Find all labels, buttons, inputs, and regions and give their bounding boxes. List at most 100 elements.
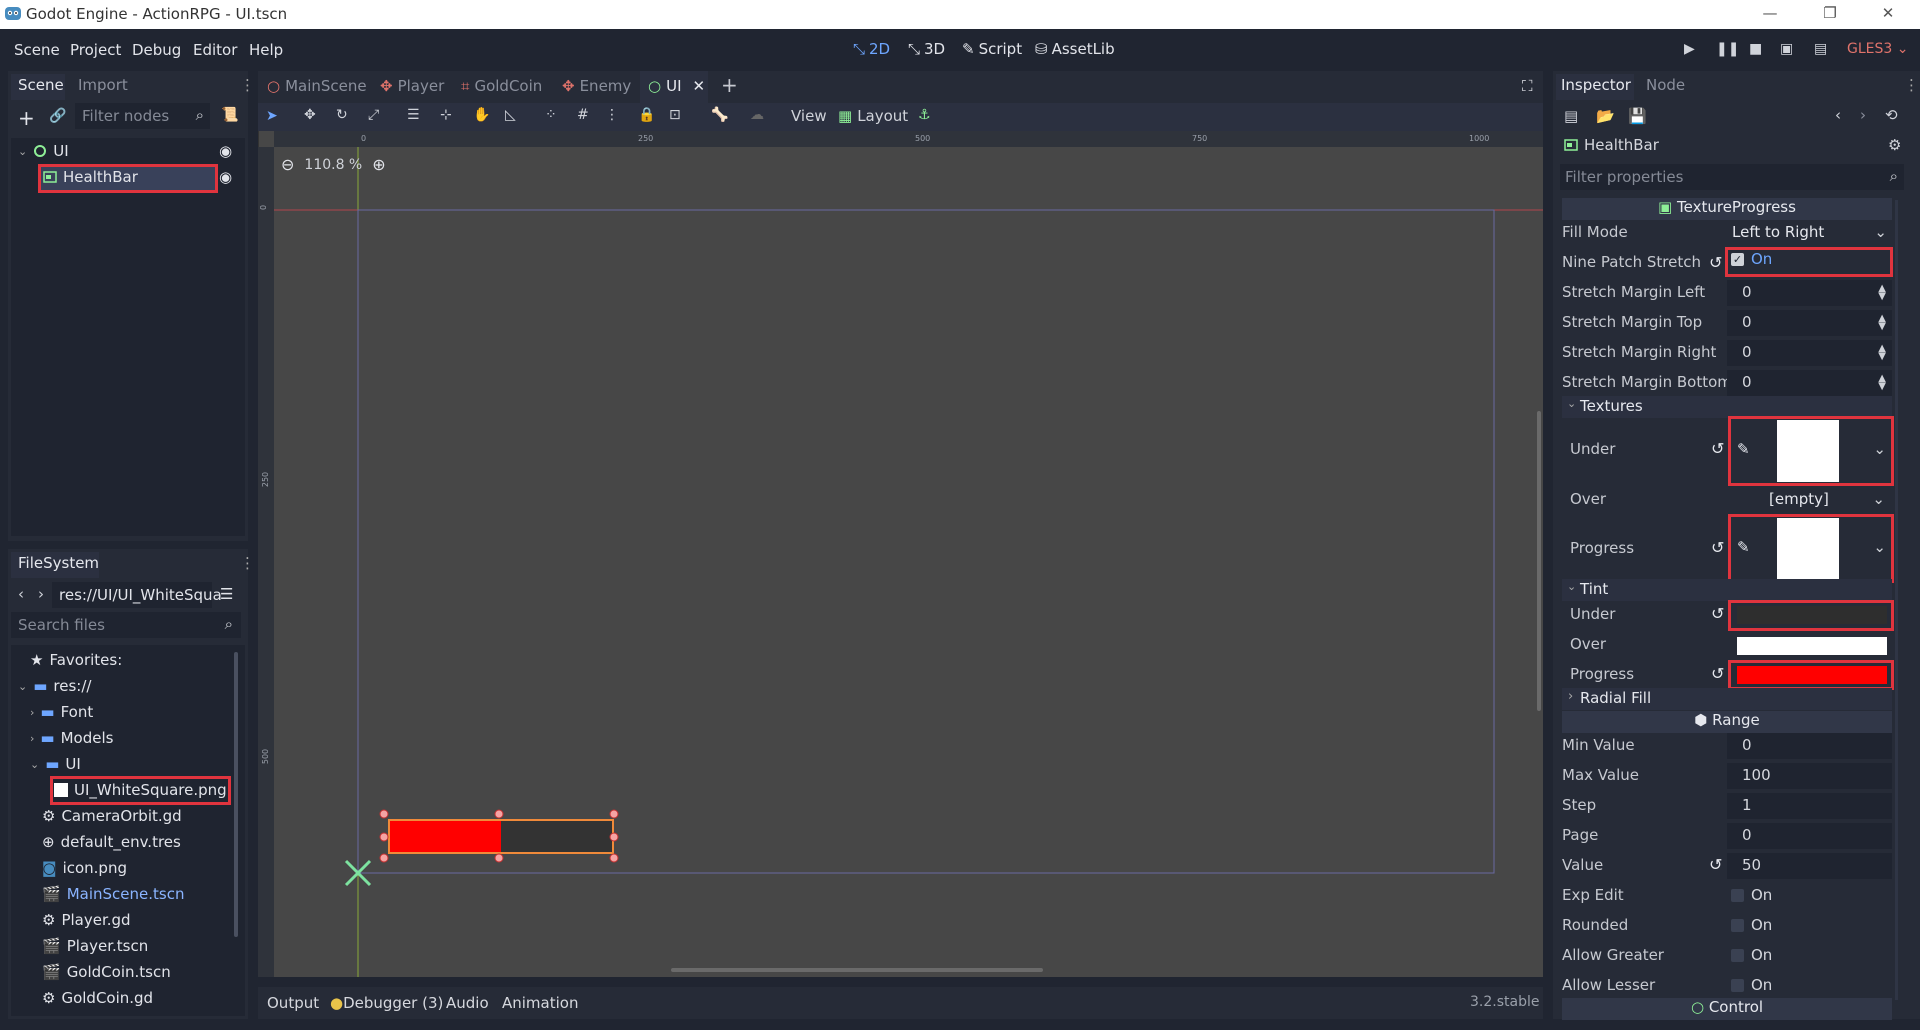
new-resource-icon[interactable]: ▤ [1564, 107, 1578, 125]
visibility-icon[interactable]: ◉ [219, 142, 232, 160]
tab-filesystem[interactable]: FileSystem [18, 554, 99, 572]
section-textures[interactable]: ⌄ Textures [1562, 396, 1892, 418]
allow-lesser-checkbox[interactable]: On [1731, 976, 1772, 994]
exp-edit-checkbox[interactable]: On [1731, 886, 1772, 904]
value-spinbox[interactable]: 50 [1727, 853, 1892, 879]
anchor-icon[interactable]: ⚓ [918, 107, 931, 123]
back-icon[interactable]: ‹ [18, 585, 24, 603]
allow-greater-checkbox[interactable]: On [1731, 946, 1772, 964]
fs-item-ui-folder[interactable]: ⌄ ▬ UI [30, 755, 81, 773]
split-view-icon[interactable]: ☰ [220, 585, 233, 603]
path-field[interactable]: res://UI/UI_WhiteSqua [52, 582, 222, 608]
section-radial-fill[interactable]: › Radial Fill [1562, 688, 1892, 710]
tab-scene[interactable]: Scene [18, 76, 64, 94]
max-value-spinbox[interactable]: 100 [1727, 763, 1892, 789]
reset-icon[interactable]: ↺ [1711, 538, 1724, 557]
save-resource-icon[interactable]: 💾 [1628, 107, 1647, 125]
close-window-icon[interactable]: ✕ [1868, 4, 1908, 22]
scene-dock-menu-icon[interactable]: ⋮ [240, 76, 255, 94]
rounded-checkbox[interactable]: On [1731, 916, 1772, 934]
layout-menu[interactable]: ▦ Layout [838, 107, 908, 125]
scrollbar[interactable] [1895, 200, 1898, 1000]
play-icon[interactable]: ▶ [1684, 41, 1695, 57]
fs-item-cameraorbit[interactable]: ⚙ CameraOrbit.gd [42, 807, 182, 825]
reset-icon[interactable]: ↺ [1709, 253, 1722, 272]
history-back-icon[interactable]: ‹ [1835, 106, 1841, 124]
restore-icon[interactable]: ❐ [1810, 4, 1850, 22]
filter-nodes-input[interactable]: Filter nodes ⌕ [75, 103, 210, 129]
margin-right-spinbox[interactable]: 0 ▲ ▼ [1727, 340, 1892, 366]
menu-editor[interactable]: Editor [193, 41, 237, 59]
stop-icon[interactable]: ■ [1749, 41, 1762, 57]
fs-item-player-tscn[interactable]: 🎬 Player.tscn [42, 937, 148, 955]
pause-icon[interactable]: ❚❚ [1716, 41, 1739, 57]
move-mode-icon[interactable]: ✥ [304, 107, 316, 123]
attach-script-icon[interactable]: 📜 [221, 107, 238, 123]
play-scene-icon[interactable]: ▣ [1780, 41, 1793, 57]
step-spinbox[interactable]: 1 [1727, 793, 1892, 819]
min-value-spinbox[interactable]: 0 [1727, 733, 1892, 759]
history-icon[interactable]: ⟲ [1885, 106, 1898, 124]
fs-item-goldcoin-gd[interactable]: ⚙ GoldCoin.gd [42, 989, 153, 1007]
mode-3d-button[interactable]: ⤡ 3D [908, 40, 945, 58]
menu-debug[interactable]: Debug [132, 41, 181, 59]
tab-node[interactable]: Node [1646, 76, 1685, 94]
tab-audio[interactable]: Audio [446, 994, 489, 1012]
rotate-mode-icon[interactable]: ↻ [336, 107, 348, 123]
instance-scene-icon[interactable]: 🔗 [49, 108, 66, 124]
reset-icon[interactable]: ↺ [1709, 855, 1722, 874]
selection-handles[interactable] [378, 809, 628, 865]
search-files-input[interactable]: Search files ⌕ [11, 612, 241, 638]
fill-mode-select[interactable]: Left to Right ⌄ [1727, 220, 1892, 246]
fs-item-res[interactable]: ⌄ ▬ res:// [18, 677, 91, 695]
tab-enemy[interactable]: ✥ Enemy [562, 77, 631, 95]
menu-scene[interactable]: Scene [14, 41, 60, 59]
filesystem-menu-icon[interactable]: ⋮ [240, 554, 255, 572]
reset-icon[interactable]: ↺ [1711, 439, 1724, 458]
fs-item-icon-png[interactable]: ◙ icon.png [42, 859, 127, 877]
renderer-select[interactable]: GLES3 ⌄ [1847, 41, 1908, 57]
list-select-icon[interactable]: ☰ [407, 107, 420, 123]
fs-item-favorites[interactable]: ★ Favorites: [30, 651, 122, 669]
reset-icon[interactable]: ↺ [1711, 604, 1724, 623]
menu-project[interactable]: Project [70, 41, 121, 59]
fs-item-default-env[interactable]: ⊕ default_env.tres [42, 833, 181, 851]
fs-item-player-gd[interactable]: ⚙ Player.gd [42, 911, 131, 929]
fs-item-goldcoin-tscn[interactable]: 🎬 GoldCoin.tscn [42, 963, 171, 981]
margin-bottom-spinbox[interactable]: 0 ▲ ▼ [1727, 370, 1892, 396]
reset-icon[interactable]: ↺ [1711, 664, 1724, 683]
ruler-mode-icon[interactable]: ◺ [505, 107, 516, 123]
section-tint[interactable]: ⌄ Tint [1562, 579, 1892, 601]
add-node-icon[interactable]: + [18, 106, 35, 130]
margin-left-spinbox[interactable]: 0 ▲ ▼ [1727, 280, 1892, 306]
camera-override-icon[interactable]: ☁ [750, 107, 764, 123]
tab-animation[interactable]: Animation [502, 994, 578, 1012]
group-icon[interactable]: ⊡ [669, 107, 681, 123]
skeleton-icon[interactable]: 🦴 [711, 107, 728, 123]
tab-inspector[interactable]: Inspector [1561, 76, 1631, 94]
visibility-icon[interactable]: ◉ [219, 168, 232, 186]
fs-item-font[interactable]: › ▬ Font [30, 703, 93, 721]
close-tab-icon[interactable]: ✕ [693, 77, 706, 95]
load-resource-icon[interactable]: 📂 [1596, 107, 1615, 125]
tree-item-ui[interactable]: ⌄ UI [18, 142, 69, 160]
minimize-icon[interactable]: — [1750, 4, 1790, 22]
fs-item-mainscene[interactable]: 🎬 MainScene.tscn [42, 885, 184, 903]
tab-goldcoin[interactable]: ⌗ GoldCoin [461, 77, 542, 95]
tab-mainscene[interactable]: ○ MainScene [267, 77, 367, 95]
scrollbar[interactable] [234, 652, 238, 937]
texture-over-picker[interactable]: [empty] ⌄ [1727, 487, 1892, 513]
tint-over-color-picker[interactable] [1737, 637, 1887, 655]
scale-mode-icon[interactable]: ⤢ [368, 107, 379, 123]
select-mode-icon[interactable]: ➤ [266, 108, 278, 124]
zoom-out-icon[interactable]: ⊖ [281, 155, 294, 174]
new-tab-icon[interactable]: + [721, 73, 738, 97]
inspector-menu-icon[interactable]: ⋮ [1904, 76, 1919, 94]
grid-snap-icon[interactable]: # [577, 107, 589, 123]
tab-ui[interactable]: ○ UI ✕ [648, 77, 705, 95]
object-properties-icon[interactable]: ⚙ [1888, 136, 1901, 154]
tab-player[interactable]: ✥ Player [380, 77, 444, 95]
tab-debugger[interactable]: ●Debugger (3) [330, 994, 443, 1012]
zoom-level[interactable]: 110.8 % [304, 157, 362, 173]
snap-options-icon[interactable]: ⋮ [605, 107, 619, 123]
